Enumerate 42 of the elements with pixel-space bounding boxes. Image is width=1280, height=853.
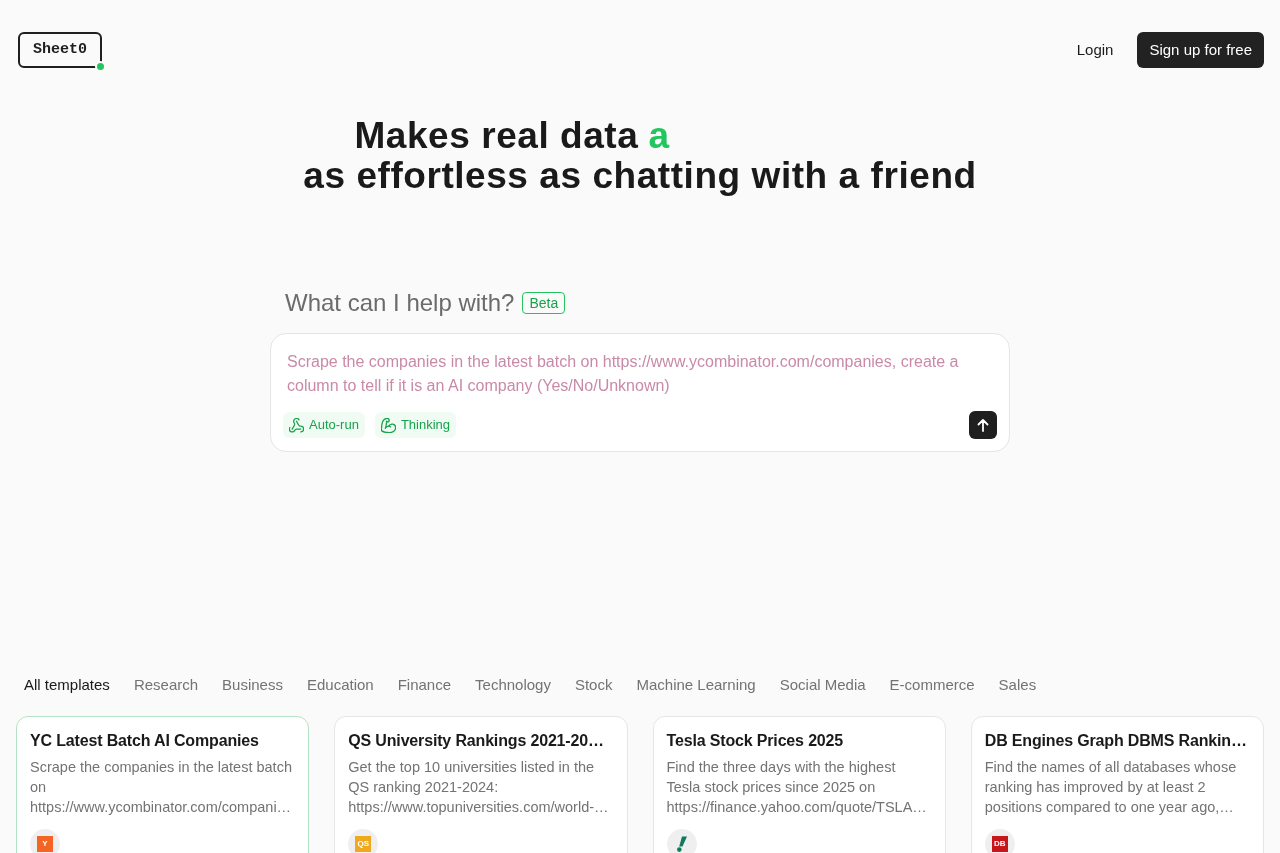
category-tab[interactable]: Research — [133, 674, 199, 696]
highlighted-word: a — [648, 116, 670, 156]
category-tab[interactable]: Social Media — [779, 674, 866, 696]
mode-toggle[interactable]: Thinking — [374, 412, 456, 438]
headline-text: Makes real data — [354, 116, 639, 156]
prompt-heading: What can I help with? — [285, 288, 515, 318]
card-description: Get the top 10 universities listed in the QS ranking 2021-2024: https://www.topuniversities.com/world-… — [348, 758, 610, 817]
signup-button[interactable]: Sign up for free — [1137, 32, 1264, 68]
category-tab[interactable]: Sales — [998, 674, 1037, 696]
prompt-input[interactable]: Scrape the companies in the latest batch on https://www.ycombinator.com/companies, create a column to tell if it is an AI company (Yes/No/Unknown) — [287, 350, 995, 398]
webhook-icon — [289, 417, 304, 433]
category-tab[interactable]: Machine Learning — [636, 674, 756, 696]
headline-text: as effortless as chatting with a friend — [303, 156, 977, 196]
flexed-arm-icon — [380, 417, 396, 433]
template-card[interactable]: Tesla Stock Prices 2025 Find the three days with the highest Tesla stock prices since 2025 on https://finance.yahoo.com/quote/TSLA… — [652, 716, 946, 853]
category-tab[interactable]: Technology — [475, 674, 551, 696]
category-tab[interactable]: Finance — [397, 674, 452, 696]
template-card[interactable]: YC Latest Batch AI Companies Scrape the companies in the latest batch on https://www.ycombinator.com/compani… Y — [16, 716, 310, 853]
card-description: Find the names of all databases whose ranking has improved by at least 2 positions compared to one year ago,… — [984, 758, 1238, 817]
login-link[interactable]: Login — [1076, 38, 1114, 62]
category-tab[interactable]: Stock — [574, 674, 613, 696]
prompt-box[interactable]: Scrape the companies in the latest batch on https://www.ycombinator.com/companies, create a column to tell if it is an AI company (Yes/No/Unknown) Auto-run Thinking — [270, 333, 1010, 452]
site-logo-icon: Y — [30, 829, 60, 853]
category-tab[interactable]: E-commerce — [889, 674, 975, 696]
send-button[interactable] — [969, 411, 997, 439]
exclamation-logo-icon — [666, 829, 697, 853]
card-description: Find the three days with the highest Tesla stock prices since 2025 on https://finance.yahoo.com/quote/TSLA… — [666, 758, 928, 817]
template-card[interactable]: DB Engines Graph DBMS Rankin… Find the names of all databases whose ranking has improved by at least 2 positions compared to one year ago,… DB — [970, 716, 1264, 853]
card-title: Tesla Stock Prices 2025 — [666, 731, 844, 751]
beta-badge: Beta — [522, 292, 566, 314]
site-logo-icon: DB — [984, 829, 1015, 853]
category-tab[interactable]: Business — [222, 674, 283, 696]
card-title: YC Latest Batch AI Companies — [30, 731, 259, 751]
template-card[interactable]: QS University Rankings 2021-20… Get the top 10 universities listed in the QS ranking 2021-2024: https://www.topuniversities.com/world-… QS — [334, 716, 628, 853]
mode-toggle[interactable]: Auto-run — [283, 412, 365, 438]
arrow-up-icon — [977, 418, 989, 432]
card-title: DB Engines Graph DBMS Rankin… — [984, 731, 1247, 751]
category-tab[interactable]: All templates — [24, 674, 110, 696]
category-tab[interactable]: Education — [306, 674, 374, 696]
card-description: Scrape the companies in the latest batch on https://www.ycombinator.com/compani… — [30, 758, 293, 817]
site-logo-icon: QS — [348, 829, 379, 853]
card-title: QS University Rankings 2021-20… — [348, 731, 604, 751]
